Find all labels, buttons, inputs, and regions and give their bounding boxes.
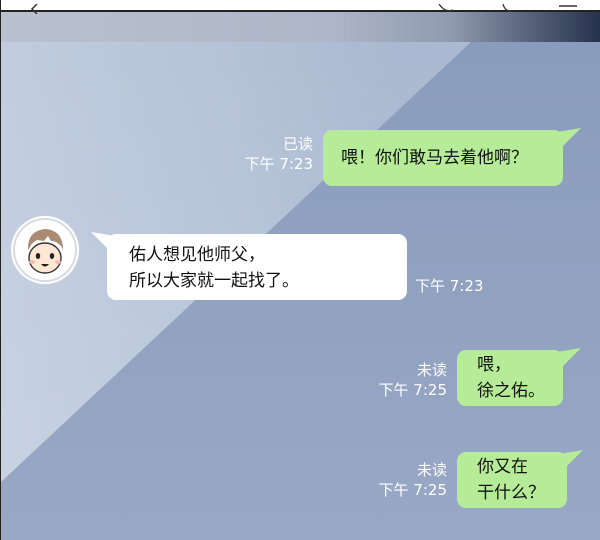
message-text-line: 喂， <box>477 355 511 375</box>
message-text-line: 所以大家就一起找了。 <box>129 271 299 291</box>
outgoing-message-bubble[interactable]: 喂， 徐之佑。 <box>457 350 563 406</box>
boy-avatar-icon <box>13 218 77 282</box>
search-icon[interactable] <box>437 4 467 14</box>
incoming-message-bubble[interactable]: 佑人想见他师父， 所以大家就一起找了。 <box>107 234 407 300</box>
message-time: 下午 7:23 <box>415 277 484 295</box>
screen: 已读 下午 7:23 喂！你们敢马去着他啊？ 佑人想见他师父， 所以大家就一起找… <box>0 0 600 540</box>
message-meta: 已读 下午 7:23 <box>229 134 313 174</box>
back-icon[interactable] <box>29 4 41 14</box>
outgoing-message-bubble[interactable]: 喂！你们敢马去着他啊？ <box>323 130 563 186</box>
contact-avatar[interactable] <box>11 216 79 284</box>
bubble-tail <box>557 348 581 366</box>
chat-area[interactable]: 已读 下午 7:23 喂！你们敢马去着他啊？ 佑人想见他师父， 所以大家就一起找… <box>1 42 600 540</box>
message-meta: 未读 下午 7:25 <box>361 460 447 500</box>
message-time: 下午 7:25 <box>378 481 447 499</box>
message-text-line: 徐之佑。 <box>477 381 545 401</box>
read-status: 未读 <box>416 361 447 379</box>
message-text-line: 干什么？ <box>477 483 545 503</box>
message-time: 下午 7:23 <box>244 155 313 173</box>
menu-icon[interactable] <box>559 4 577 14</box>
outgoing-message-bubble[interactable]: 你又在 干什么？ <box>457 452 567 508</box>
message-meta: 未读 下午 7:25 <box>361 360 447 400</box>
bubble-tail <box>557 128 581 146</box>
read-status: 未读 <box>416 461 447 479</box>
message-time: 下午 7:25 <box>378 381 447 399</box>
call-icon[interactable] <box>501 4 513 14</box>
message-text-line: 你又在 <box>477 457 528 477</box>
bubble-tail <box>559 450 583 468</box>
read-status: 已读 <box>282 135 313 153</box>
message-text-line: 佑人想见他师父， <box>129 245 265 265</box>
top-bar <box>1 0 600 42</box>
message-text: 喂！你们敢马去着他啊？ <box>341 148 528 168</box>
